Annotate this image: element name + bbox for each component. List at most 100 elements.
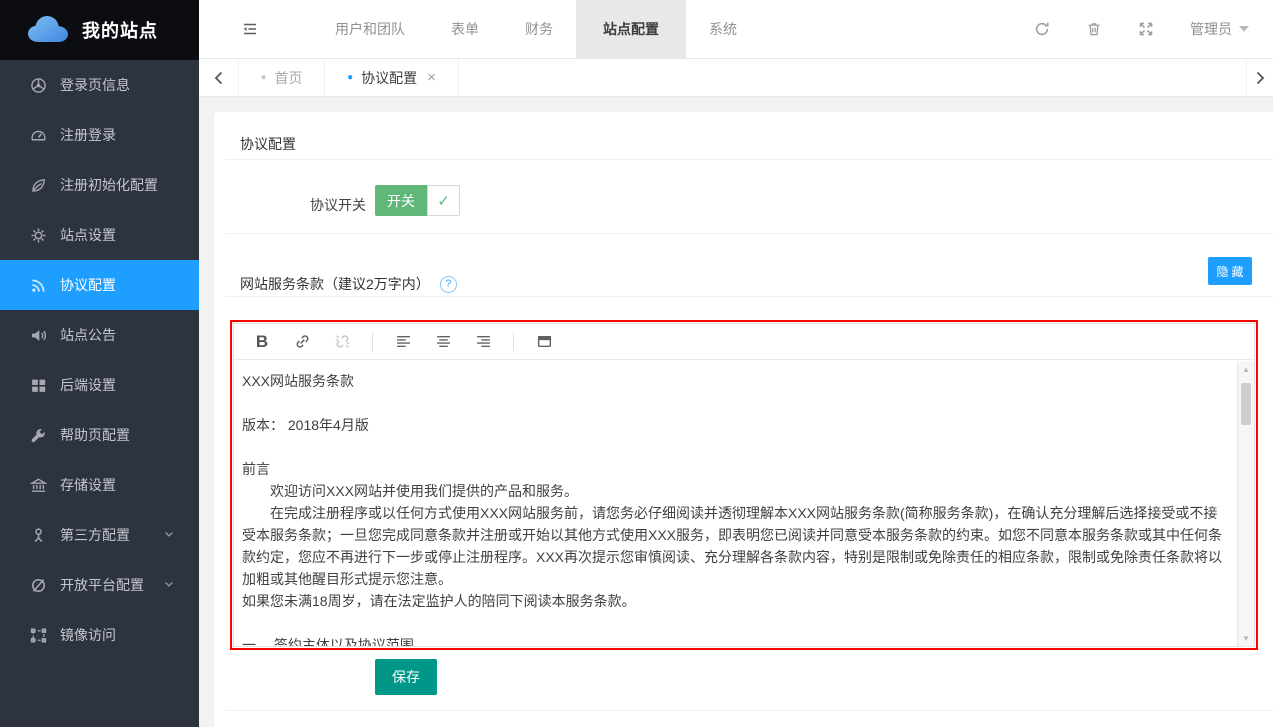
- tab-bar: ● 首页 ● 协议配置 ×: [199, 59, 1273, 97]
- user-menu[interactable]: 管理员: [1190, 19, 1249, 39]
- sidebar-item-label: 站点公告: [60, 325, 116, 345]
- editor-line: [242, 436, 1231, 458]
- nav-right-tools: 管理员: [1034, 0, 1273, 58]
- align-center-button[interactable]: [423, 329, 463, 355]
- tab-close-icon[interactable]: ×: [427, 69, 436, 86]
- gear-icon: [30, 227, 47, 244]
- scroll-up-icon[interactable]: ▲: [1238, 361, 1254, 377]
- page-title: 协议配置: [240, 134, 296, 154]
- help-question-icon[interactable]: ?: [440, 276, 457, 293]
- sidebar-item-label: 注册登录: [60, 125, 116, 145]
- toggle-on-segment: 开关: [375, 185, 427, 216]
- bold-button[interactable]: B: [242, 329, 282, 355]
- terms-section-label: 网站服务条款（建议2万字内） ?: [240, 274, 457, 294]
- switch-label: 协议开关: [310, 195, 366, 215]
- hide-button[interactable]: 隐藏: [1208, 257, 1252, 285]
- nav-menu: 用户和团队 表单 财务 站点配置 系统: [312, 0, 760, 58]
- chevron-down-icon: [163, 527, 175, 543]
- sidebar-item-label: 开放平台配置: [60, 575, 144, 595]
- speaker-icon: [30, 327, 47, 344]
- tab-agreement-config[interactable]: ● 协议配置 ×: [325, 59, 459, 96]
- wrench-icon: [30, 427, 47, 444]
- unlink-button[interactable]: [322, 329, 362, 355]
- agreement-toggle[interactable]: 开关 ✓: [375, 185, 460, 216]
- sidebar-item-label: 站点设置: [60, 225, 116, 245]
- nav-item-forms[interactable]: 表单: [428, 0, 502, 58]
- tabs-scroll-left[interactable]: [199, 59, 239, 96]
- pen-leaf-icon: [30, 177, 47, 194]
- sidebar-item-label: 存储设置: [60, 475, 116, 495]
- chevron-down-icon: [163, 577, 175, 593]
- sidebar-item-label: 第三方配置: [60, 525, 130, 545]
- slashed-circle-icon: [30, 577, 47, 594]
- editor-line: 前言: [242, 458, 1231, 480]
- app-title: 我的站点: [82, 17, 158, 43]
- gauge-icon: [30, 127, 47, 144]
- save-button[interactable]: 保存: [375, 659, 437, 695]
- tab-home[interactable]: ● 首页: [239, 59, 325, 96]
- scroll-down-icon[interactable]: ▼: [1238, 630, 1254, 646]
- divider: [225, 159, 1273, 160]
- user-name: 管理员: [1190, 19, 1232, 39]
- login-page-info-icon: [30, 77, 47, 94]
- sidebar-item-agreement-config[interactable]: 协议配置: [0, 260, 199, 310]
- divider: [225, 233, 1273, 234]
- sidebar-item-site-settings[interactable]: 站点设置: [0, 210, 199, 260]
- main-content: 协议配置 协议开关 开关 ✓ 网站服务条款（建议2万字内） ? 隐藏 B: [199, 97, 1273, 727]
- cloud-logo-icon: [26, 14, 70, 46]
- editor-line: [242, 392, 1231, 414]
- tab-label: 首页: [275, 68, 303, 88]
- editor-scrollbar[interactable]: ▲ ▼: [1237, 361, 1254, 646]
- sidebar-item-help-page-config[interactable]: 帮助页配置: [0, 410, 199, 460]
- fullscreen-icon[interactable]: [1138, 21, 1154, 37]
- divider: [225, 710, 1273, 711]
- sidebar-item-register-login[interactable]: 注册登录: [0, 110, 199, 160]
- sidebar-item-label: 后端设置: [60, 375, 116, 395]
- collapse-sidebar-icon[interactable]: [242, 21, 258, 37]
- divider: [225, 296, 1273, 297]
- sidebar-item-register-init-config[interactable]: 注册初始化配置: [0, 160, 199, 210]
- sidebar-item-mirror-access[interactable]: 镜像访问: [0, 610, 199, 660]
- align-right-button[interactable]: [463, 329, 503, 355]
- rss-icon: [30, 277, 47, 294]
- caret-down-icon: [1239, 26, 1249, 32]
- editor-content[interactable]: XXX网站服务条款 版本： 2018年4月版 前言 欢迎访问XXX网站并使用我们…: [234, 361, 1237, 646]
- editor-line: 如果您未满18周岁，请在法定监护人的陪同下阅读本服务条款。: [242, 590, 1231, 612]
- editor-line: XXX网站服务条款: [242, 370, 1231, 392]
- nav-item-site-config[interactable]: 站点配置: [576, 0, 686, 58]
- annotation-highlight-box: B XXX网站服务条款 版本： 2018年4月版: [230, 320, 1258, 650]
- sidebar-item-backend-settings[interactable]: 后端设置: [0, 360, 199, 410]
- rich-text-editor: B XXX网站服务条款 版本： 2018年4月版: [233, 323, 1255, 647]
- editor-line: 欢迎访问XXX网站并使用我们提供的产品和服务。: [242, 480, 1231, 502]
- sidebar-item-open-platform-config[interactable]: 开放平台配置: [0, 560, 199, 610]
- bank-icon: [30, 477, 47, 494]
- check-icon: ✓: [427, 185, 460, 216]
- nav-item-finance[interactable]: 财务: [502, 0, 576, 58]
- toolbar-separator: [513, 333, 514, 351]
- sidebar-item-login-page-info[interactable]: 登录页信息: [0, 60, 199, 110]
- scrollbar-thumb[interactable]: [1241, 383, 1251, 425]
- nav-item-system[interactable]: 系统: [686, 0, 760, 58]
- sidebar: 我的站点 登录页信息 注册登录 注册初始化配置 站点设置 协议配置 站点公告: [0, 0, 199, 727]
- tab-label: 协议配置: [361, 68, 417, 88]
- align-left-button[interactable]: [383, 329, 423, 355]
- tab-dot-icon: ●: [347, 73, 353, 83]
- app-window: 我的站点 登录页信息 注册登录 注册初始化配置 站点设置 协议配置 站点公告: [0, 0, 1273, 727]
- sidebar-item-label: 镜像访问: [60, 625, 116, 645]
- editor-line: 在完成注册程序或以任何方式使用XXX网站服务前，请您务必仔细阅读并透彻理解本XX…: [242, 502, 1231, 590]
- sidebar-item-third-party-config[interactable]: 第三方配置: [0, 510, 199, 560]
- sidebar-item-site-announcement[interactable]: 站点公告: [0, 310, 199, 360]
- refresh-icon[interactable]: [1034, 21, 1050, 37]
- nav-item-users-teams[interactable]: 用户和团队: [312, 0, 428, 58]
- fullscreen-editor-button[interactable]: [524, 329, 564, 355]
- trash-icon[interactable]: [1086, 21, 1102, 37]
- toolbar-separator: [372, 333, 373, 351]
- logo[interactable]: 我的站点: [0, 0, 199, 60]
- agreement-config-card: 协议配置 协议开关 开关 ✓ 网站服务条款（建议2万字内） ? 隐藏 B: [214, 112, 1273, 727]
- editor-line: 一、 签约主体以及协议范围: [242, 634, 1231, 646]
- sidebar-item-storage-settings[interactable]: 存储设置: [0, 460, 199, 510]
- link-button[interactable]: [282, 329, 322, 355]
- tabs-scroll-right[interactable]: [1246, 59, 1273, 96]
- top-navbar: 用户和团队 表单 财务 站点配置 系统 管理员: [199, 0, 1273, 59]
- grid-icon: [30, 377, 47, 394]
